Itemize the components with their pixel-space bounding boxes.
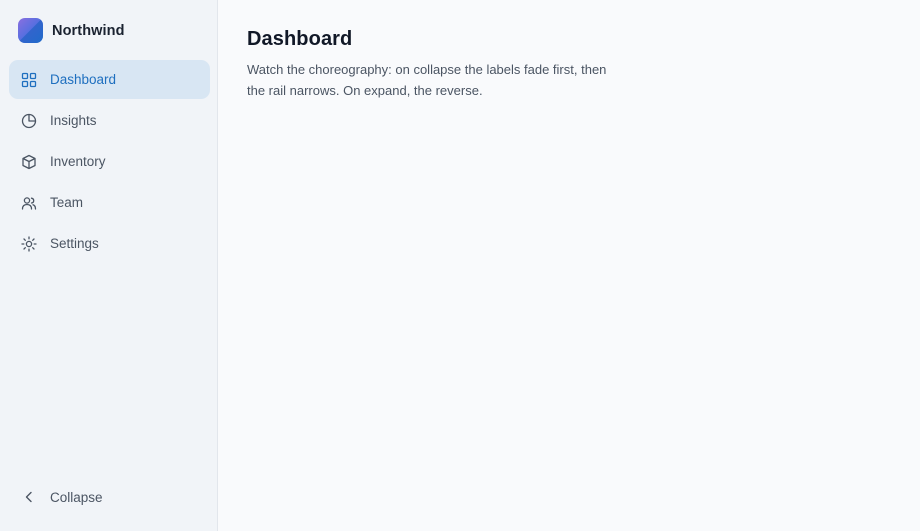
sidebar: Northwind Dashboard Insights Inventory T… [0,0,218,531]
sidebar-item-inventory[interactable]: Inventory [9,142,210,181]
collapse-button[interactable]: Collapse [9,478,210,516]
page-title: Dashboard [247,28,353,50]
sidebar-item-dashboard[interactable]: Dashboard [9,60,210,99]
brand-logo [18,18,43,43]
grid-icon [21,72,37,88]
users-icon [21,195,37,211]
box-icon [21,154,37,170]
brand: Northwind [18,18,125,43]
sidebar-item-settings[interactable]: Settings [9,224,210,263]
brand-name: Northwind [52,22,125,39]
app-shell: Northwind Dashboard Insights Inventory T… [0,0,920,531]
sidebar-item-insights[interactable]: Insights [9,101,210,140]
sidebar-item-label: Team [50,195,84,210]
pie-chart-icon [21,113,37,129]
collapse-label: Collapse [50,489,103,505]
sidebar-item-team[interactable]: Team [9,183,210,222]
page-description: Watch the choreography: on collapse the … [247,62,607,98]
chevron-left-icon [21,489,37,505]
sun-gear-icon [21,235,37,252]
sidebar-item-label: Dashboard [50,72,117,87]
sidebar-nav: Dashboard Insights Inventory Team Settin… [9,60,210,265]
sidebar-item-label: Settings [50,236,99,251]
sidebar-item-label: Insights [50,113,97,128]
main-content: Dashboard Watch the choreography: on col… [218,0,920,531]
sidebar-item-label: Inventory [50,154,106,169]
